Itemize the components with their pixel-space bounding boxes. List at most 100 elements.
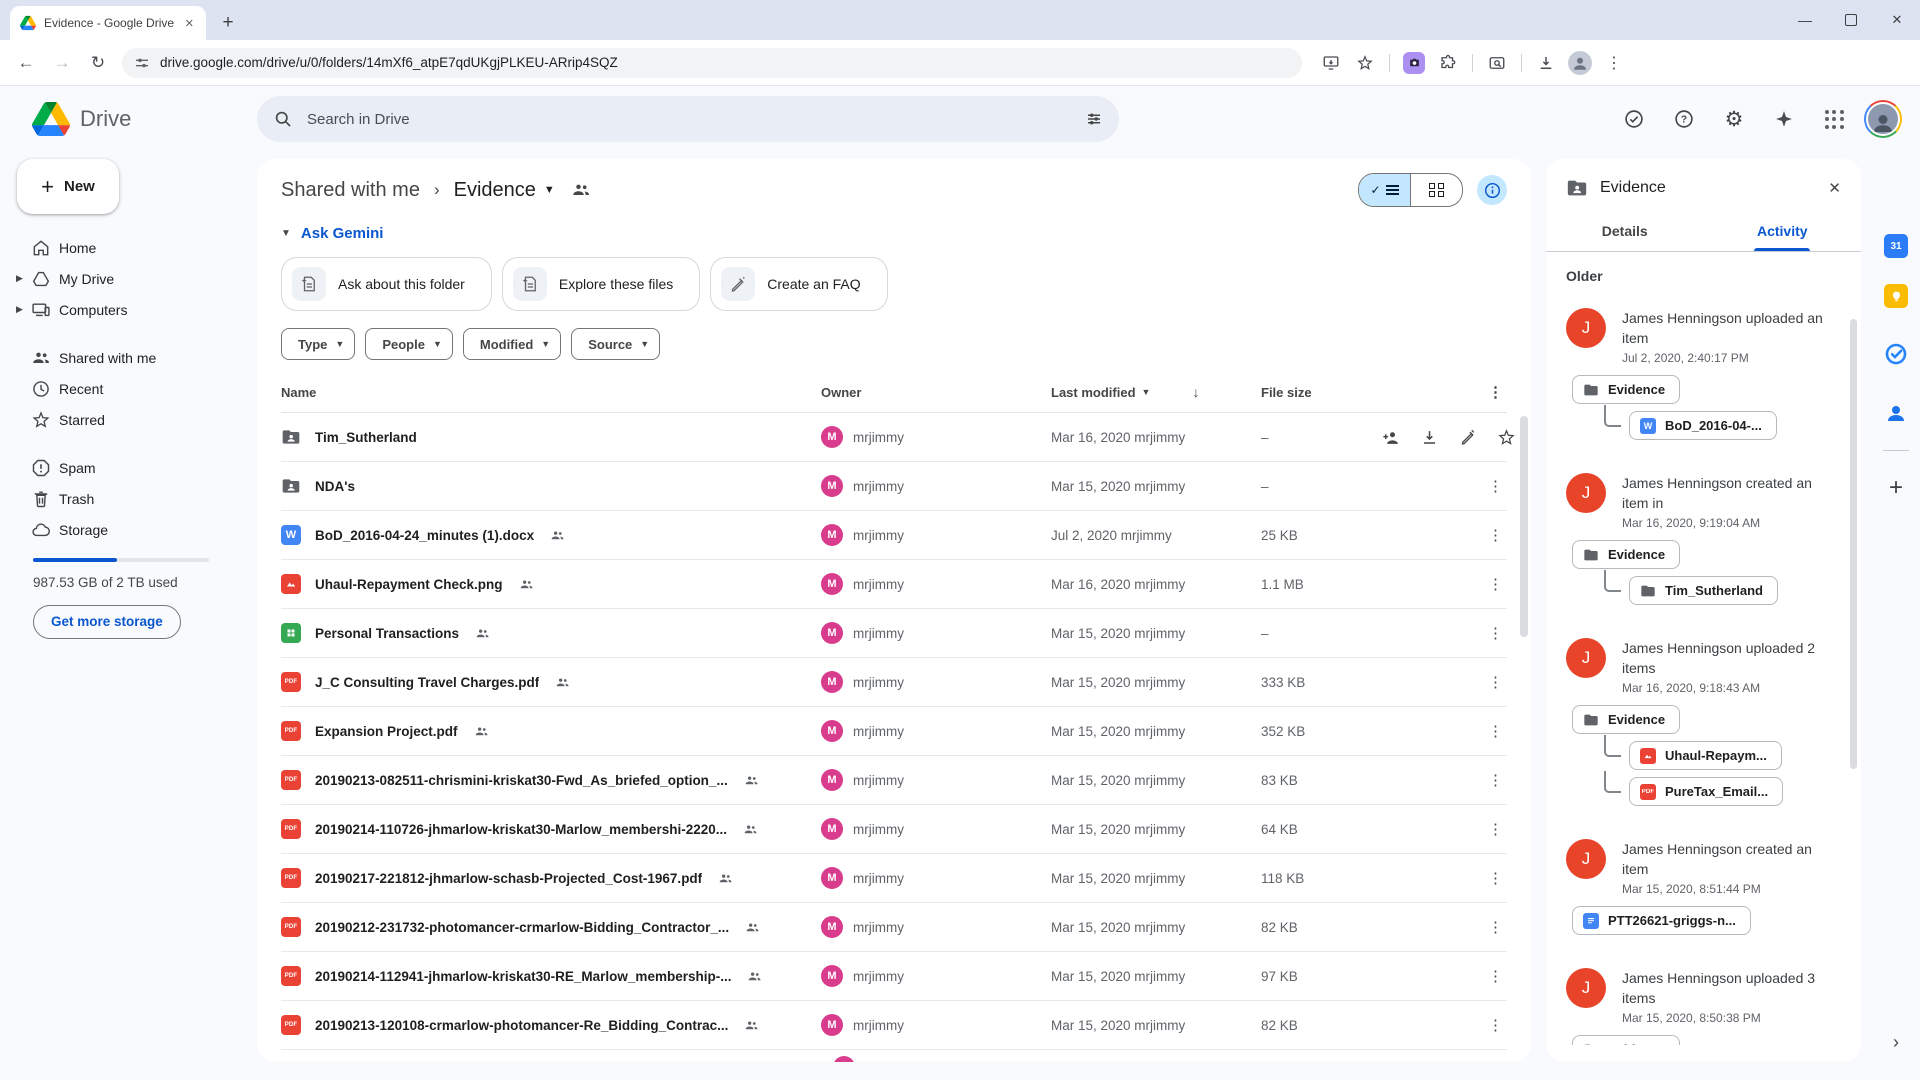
table-row[interactable]: PDF J_C Consulting Travel Charges.pdf M … bbox=[281, 658, 1507, 707]
calendar-app-icon[interactable]: 31 bbox=[1884, 234, 1908, 258]
sidebar-item-trash[interactable]: Trash bbox=[0, 483, 257, 514]
reload-button[interactable]: ↻ bbox=[82, 47, 114, 79]
expand-arrow-icon[interactable]: ▶ bbox=[16, 304, 31, 315]
tasks-app-icon[interactable] bbox=[1884, 342, 1908, 366]
activity-child-chip[interactable]: Uhaul-Repaym... bbox=[1629, 741, 1782, 770]
screenshot-extension-icon[interactable] bbox=[1399, 48, 1429, 78]
window-minimize-button[interactable]: — bbox=[1782, 0, 1828, 40]
star-icon[interactable] bbox=[1497, 428, 1516, 447]
ask-gemini-toggle[interactable]: ▼ Ask Gemini bbox=[281, 225, 1507, 242]
sidebar-item-my-drive[interactable]: ▶ My Drive bbox=[0, 263, 257, 294]
row-kebab-icon[interactable]: ⋮ bbox=[1488, 967, 1503, 985]
breadcrumb-parent[interactable]: Shared with me bbox=[281, 179, 420, 202]
table-row[interactable]: Tim_Sutherland M mrjimmy Mar 16, 2020 mr… bbox=[281, 413, 1507, 462]
activity-child-chip[interactable]: >Tim_Sutherland bbox=[1629, 576, 1778, 605]
table-row[interactable]: PDF Expansion Project.pdf M mrjimmy Mar … bbox=[281, 707, 1507, 756]
expand-arrow-icon[interactable]: ▶ bbox=[16, 273, 31, 284]
row-kebab-icon[interactable]: ⋮ bbox=[1488, 477, 1503, 495]
download-icon[interactable] bbox=[1420, 428, 1439, 447]
row-kebab-icon[interactable]: ⋮ bbox=[1488, 771, 1503, 789]
search-options-icon[interactable] bbox=[1085, 110, 1103, 128]
table-row[interactable]: PDF 20190213-082511-chrismini-kriskat30-… bbox=[281, 756, 1507, 805]
table-row[interactable]: Uhaul-Repayment Check.png M mrjimmy Mar … bbox=[281, 560, 1507, 609]
downloads-icon[interactable] bbox=[1531, 48, 1561, 78]
sidebar-item-recent[interactable]: Recent bbox=[0, 373, 257, 404]
browser-menu-kebab-icon[interactable]: ⋮ bbox=[1599, 48, 1629, 78]
table-row[interactable]: Personal Transactions M mrjimmy Mar 15, … bbox=[281, 609, 1507, 658]
table-row[interactable]: PDF 20190217-221812-jhmarlow-schasb-Proj… bbox=[281, 854, 1507, 903]
expand-panel-chevron-icon[interactable]: › bbox=[1893, 1032, 1899, 1053]
account-avatar[interactable] bbox=[1864, 100, 1902, 138]
get-more-storage-button[interactable]: Get more storage bbox=[33, 605, 181, 639]
row-kebab-icon[interactable]: ⋮ bbox=[1488, 673, 1503, 691]
activity-target-chip[interactable]: >Evidence bbox=[1572, 705, 1680, 734]
table-row[interactable]: PDF 20190214-110726-jhmarlow-kriskat30-M… bbox=[281, 805, 1507, 854]
breadcrumb-current[interactable]: Evidence bbox=[454, 179, 536, 202]
activity-child-chip[interactable]: PDFPureTax_Email... bbox=[1629, 777, 1783, 806]
row-kebab-icon[interactable]: ⋮ bbox=[1488, 918, 1503, 936]
sidebar-item-home[interactable]: Home bbox=[0, 232, 257, 263]
file-list-scrollbar[interactable] bbox=[1520, 416, 1528, 637]
drive-logo[interactable]: Drive bbox=[14, 100, 257, 138]
column-size[interactable]: File size bbox=[1261, 385, 1381, 400]
settings-gear-icon[interactable]: ⚙ bbox=[1714, 99, 1754, 139]
drive-search-bar[interactable] bbox=[257, 96, 1119, 142]
table-row[interactable]: PDF 20190213-120108-crmarlow-photomancer… bbox=[281, 1001, 1507, 1050]
help-icon[interactable]: ? bbox=[1664, 99, 1704, 139]
sidebar-item-starred[interactable]: Starred bbox=[0, 404, 257, 435]
header-kebab-icon[interactable]: ⋮ bbox=[1488, 383, 1507, 401]
add-app-icon[interactable]: + bbox=[1889, 474, 1903, 502]
list-view-button[interactable]: ✓ bbox=[1359, 174, 1411, 206]
google-apps-grid-icon[interactable] bbox=[1814, 99, 1854, 139]
column-name[interactable]: Name bbox=[281, 385, 821, 400]
install-app-icon[interactable] bbox=[1316, 48, 1346, 78]
activity-target-chip[interactable]: >Evidence bbox=[1572, 1035, 1680, 1045]
browser-profile-avatar[interactable] bbox=[1565, 48, 1595, 78]
extensions-puzzle-icon[interactable] bbox=[1433, 48, 1463, 78]
offline-status-icon[interactable] bbox=[1614, 99, 1654, 139]
row-kebab-icon[interactable]: ⋮ bbox=[1488, 624, 1503, 642]
window-maximize-button[interactable] bbox=[1828, 0, 1874, 40]
details-info-button[interactable] bbox=[1477, 175, 1507, 205]
column-owner[interactable]: Owner bbox=[821, 385, 1051, 400]
gemini-suggestion-explore-these-files[interactable]: Explore these files bbox=[502, 257, 700, 311]
filter-chip-source[interactable]: Source▼ bbox=[571, 328, 660, 360]
tab-close-icon[interactable]: ✕ bbox=[181, 15, 198, 32]
column-modified[interactable]: Last modified bbox=[1051, 385, 1136, 400]
tab-search-icon[interactable] bbox=[1482, 48, 1512, 78]
row-kebab-icon[interactable]: ⋮ bbox=[1488, 526, 1503, 544]
address-bar[interactable]: drive.google.com/drive/u/0/folders/14mXf… bbox=[122, 48, 1302, 78]
new-tab-button[interactable]: + bbox=[214, 9, 242, 37]
row-kebab-icon[interactable]: ⋮ bbox=[1488, 869, 1503, 887]
view-toggle[interactable]: ✓ bbox=[1358, 173, 1463, 207]
sidebar-item-storage[interactable]: Storage bbox=[0, 514, 257, 545]
gemini-suggestion-ask-about-this-folder[interactable]: Ask about this folder bbox=[281, 257, 492, 311]
sort-direction-icon[interactable]: ↓ bbox=[1192, 384, 1199, 400]
search-input[interactable] bbox=[305, 110, 1085, 129]
row-kebab-icon[interactable]: ⋮ bbox=[1488, 722, 1503, 740]
window-close-button[interactable]: ✕ bbox=[1874, 0, 1920, 40]
gemini-sparkle-icon[interactable] bbox=[1764, 99, 1804, 139]
table-row[interactable]: W BoD_2016-04-24_minutes (1).docx M mrji… bbox=[281, 511, 1507, 560]
tab-details[interactable]: Details bbox=[1546, 213, 1704, 251]
keep-app-icon[interactable] bbox=[1884, 284, 1908, 308]
table-row[interactable]: PDF 20190214-112941-jhmarlow-kriskat30-R… bbox=[281, 952, 1507, 1001]
browser-tab[interactable]: Evidence - Google Drive ✕ bbox=[10, 6, 206, 40]
activity-target-chip[interactable]: >Evidence bbox=[1572, 540, 1680, 569]
rename-pencil-icon[interactable] bbox=[1459, 428, 1477, 446]
bookmark-star-icon[interactable] bbox=[1350, 48, 1380, 78]
filter-chip-people[interactable]: People▼ bbox=[365, 328, 453, 360]
sidebar-item-spam[interactable]: Spam bbox=[0, 452, 257, 483]
activity-target-chip[interactable]: PTT26621-griggs-n... bbox=[1572, 906, 1751, 935]
table-row[interactable]: NDA's M mrjimmy Mar 15, 2020 mrjimmy – ⋮ bbox=[281, 462, 1507, 511]
gemini-suggestion-create-an-faq[interactable]: Create an FAQ bbox=[710, 257, 887, 311]
share-add-person-icon[interactable] bbox=[1381, 428, 1400, 447]
folder-menu-caret-icon[interactable]: ▼ bbox=[544, 184, 555, 196]
row-kebab-icon[interactable]: ⋮ bbox=[1488, 575, 1503, 593]
sidebar-item-computers[interactable]: ▶ Computers bbox=[0, 294, 257, 325]
panel-close-icon[interactable]: ✕ bbox=[1828, 179, 1841, 197]
tab-activity[interactable]: Activity bbox=[1704, 213, 1862, 251]
new-button[interactable]: + New bbox=[17, 159, 119, 214]
row-kebab-icon[interactable]: ⋮ bbox=[1488, 820, 1503, 838]
filter-chip-type[interactable]: Type▼ bbox=[281, 328, 355, 360]
